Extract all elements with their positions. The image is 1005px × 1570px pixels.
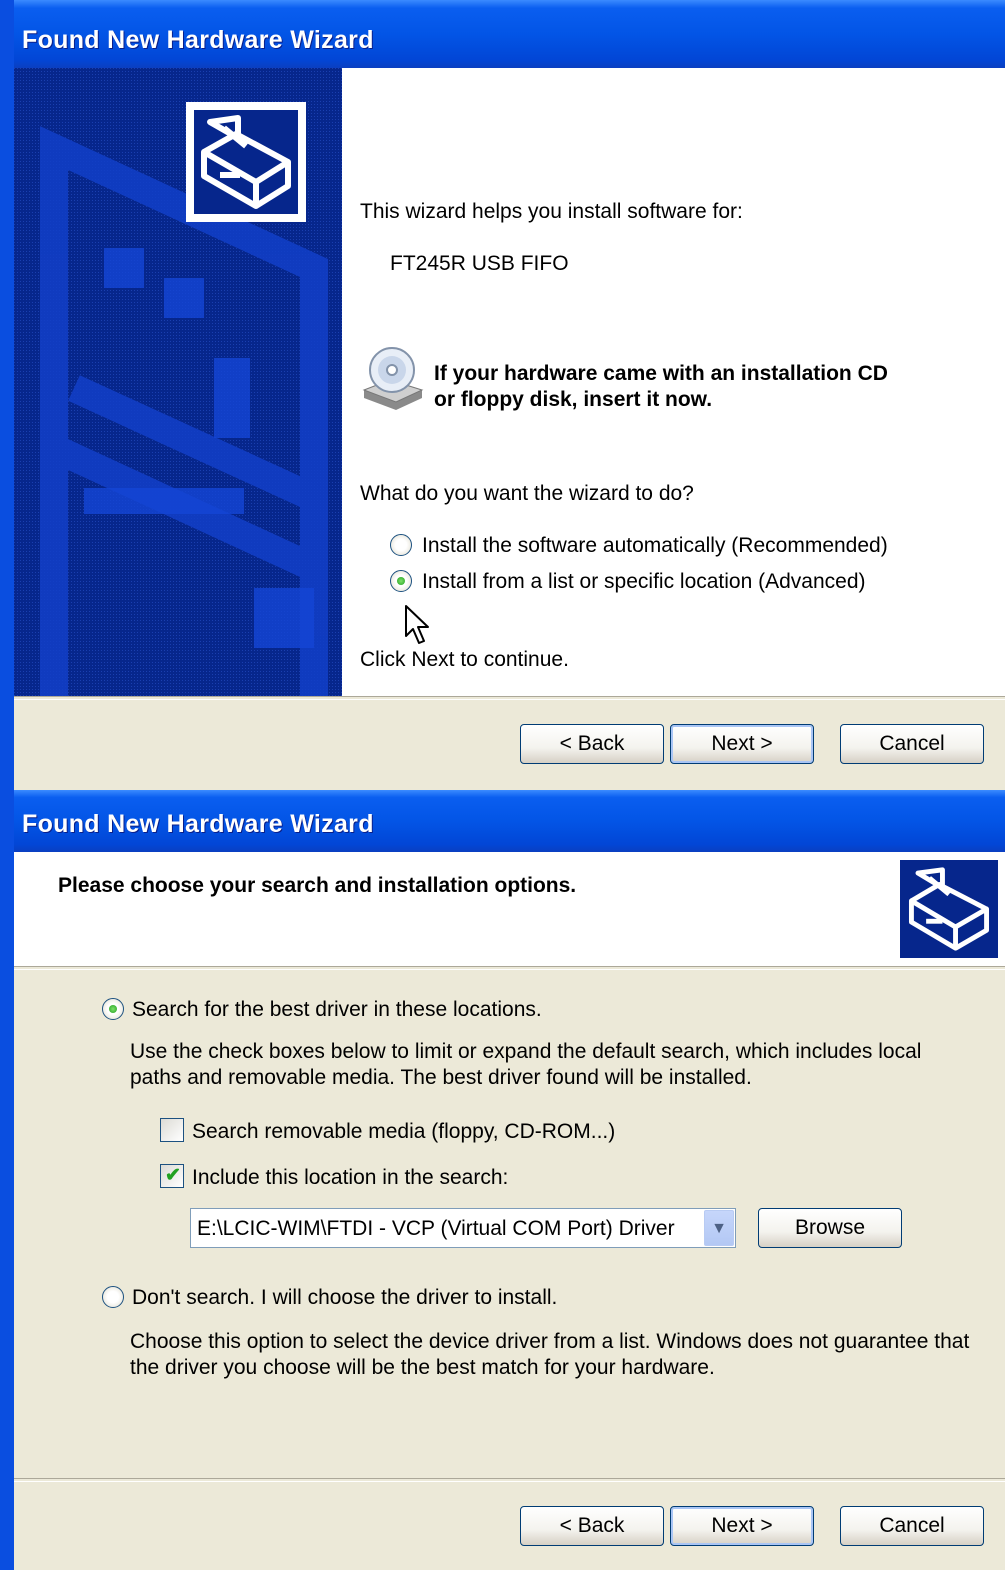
option-label-advanced[interactable]: Install from a list or specific location… bbox=[422, 570, 866, 594]
search-option-label[interactable]: Search for the best driver in these loca… bbox=[132, 998, 542, 1022]
next-button[interactable]: Next > bbox=[670, 1506, 814, 1546]
window-title: Found New Hardware Wizard bbox=[22, 810, 374, 838]
header-separator bbox=[14, 966, 1005, 970]
wizard-body: This wizard helps you install software f… bbox=[14, 68, 1005, 790]
wizard-header: Please choose your search and installati… bbox=[14, 852, 1005, 966]
cancel-button[interactable]: Cancel bbox=[840, 1506, 984, 1546]
hardware-board-icon bbox=[186, 102, 306, 222]
checkbox-removable-media[interactable] bbox=[160, 1118, 184, 1142]
dont-search-description-line1: Choose this option to select the device … bbox=[130, 1330, 970, 1353]
search-description-line2: paths and removable media. The best driv… bbox=[130, 1066, 752, 1089]
dont-search-option-label[interactable]: Don't search. I will choose the driver t… bbox=[132, 1286, 557, 1310]
question-text: What do you want the wizard to do? bbox=[360, 482, 694, 505]
cd-notice-line1: If your hardware came with an installati… bbox=[434, 362, 888, 385]
radio-install-automatically[interactable] bbox=[390, 534, 412, 556]
hardware-board-icon bbox=[900, 860, 998, 958]
mouse-cursor-icon bbox=[404, 604, 432, 651]
cancel-button[interactable]: Cancel bbox=[840, 724, 984, 764]
radio-search-best-driver[interactable] bbox=[102, 998, 124, 1020]
location-combobox[interactable]: E:\LCIC-WIM\FTDI - VCP (Virtual COM Port… bbox=[190, 1208, 736, 1248]
title-bar[interactable]: Found New Hardware Wizard bbox=[0, 790, 1005, 852]
wizard-body: Please choose your search and installati… bbox=[14, 852, 1005, 1570]
cd-drive-icon bbox=[360, 346, 424, 412]
window-title: Found New Hardware Wizard bbox=[22, 26, 374, 54]
cd-notice-line2: or floppy disk, insert it now. bbox=[434, 388, 713, 411]
next-button[interactable]: Next > bbox=[670, 724, 814, 764]
wizard-window-search-options: Found New Hardware Wizard Please choose … bbox=[0, 790, 1005, 1570]
removable-media-label[interactable]: Search removable media (floppy, CD-ROM..… bbox=[192, 1120, 615, 1144]
back-button[interactable]: < Back bbox=[520, 1506, 664, 1546]
search-description-line1: Use the check boxes below to limit or ex… bbox=[130, 1040, 922, 1063]
wizard-window-welcome: Found New Hardware Wizard This wizard he… bbox=[0, 0, 1005, 790]
include-location-label[interactable]: Include this location in the search: bbox=[192, 1166, 508, 1190]
wizard-side-panel bbox=[14, 68, 342, 696]
radio-install-from-list[interactable] bbox=[390, 570, 412, 592]
wizard-content: This wizard helps you install software f… bbox=[342, 68, 1005, 696]
option-label-automatic[interactable]: Install the software automatically (Reco… bbox=[422, 534, 888, 558]
dont-search-description-line2: the driver you choose will be the best m… bbox=[130, 1356, 715, 1379]
radio-dont-search[interactable] bbox=[102, 1286, 124, 1308]
button-separator bbox=[14, 1478, 1005, 1482]
dropdown-arrow-icon[interactable]: ▼ bbox=[704, 1210, 734, 1246]
location-value[interactable]: E:\LCIC-WIM\FTDI - VCP (Virtual COM Port… bbox=[197, 1217, 675, 1241]
title-bar[interactable]: Found New Hardware Wizard bbox=[0, 0, 1005, 68]
continue-hint: Click Next to continue. bbox=[360, 648, 569, 671]
page-heading: Please choose your search and installati… bbox=[58, 874, 577, 897]
checkbox-include-location[interactable]: ✔ bbox=[160, 1164, 184, 1188]
browse-button[interactable]: Browse bbox=[758, 1208, 902, 1248]
check-mark-icon: ✔ bbox=[165, 1165, 181, 1186]
window-frame bbox=[0, 0, 14, 790]
device-name: FT245R USB FIFO bbox=[390, 252, 569, 275]
button-separator bbox=[14, 696, 1005, 700]
intro-text: This wizard helps you install software f… bbox=[360, 200, 743, 223]
window-frame bbox=[0, 790, 14, 1570]
back-button[interactable]: < Back bbox=[520, 724, 664, 764]
